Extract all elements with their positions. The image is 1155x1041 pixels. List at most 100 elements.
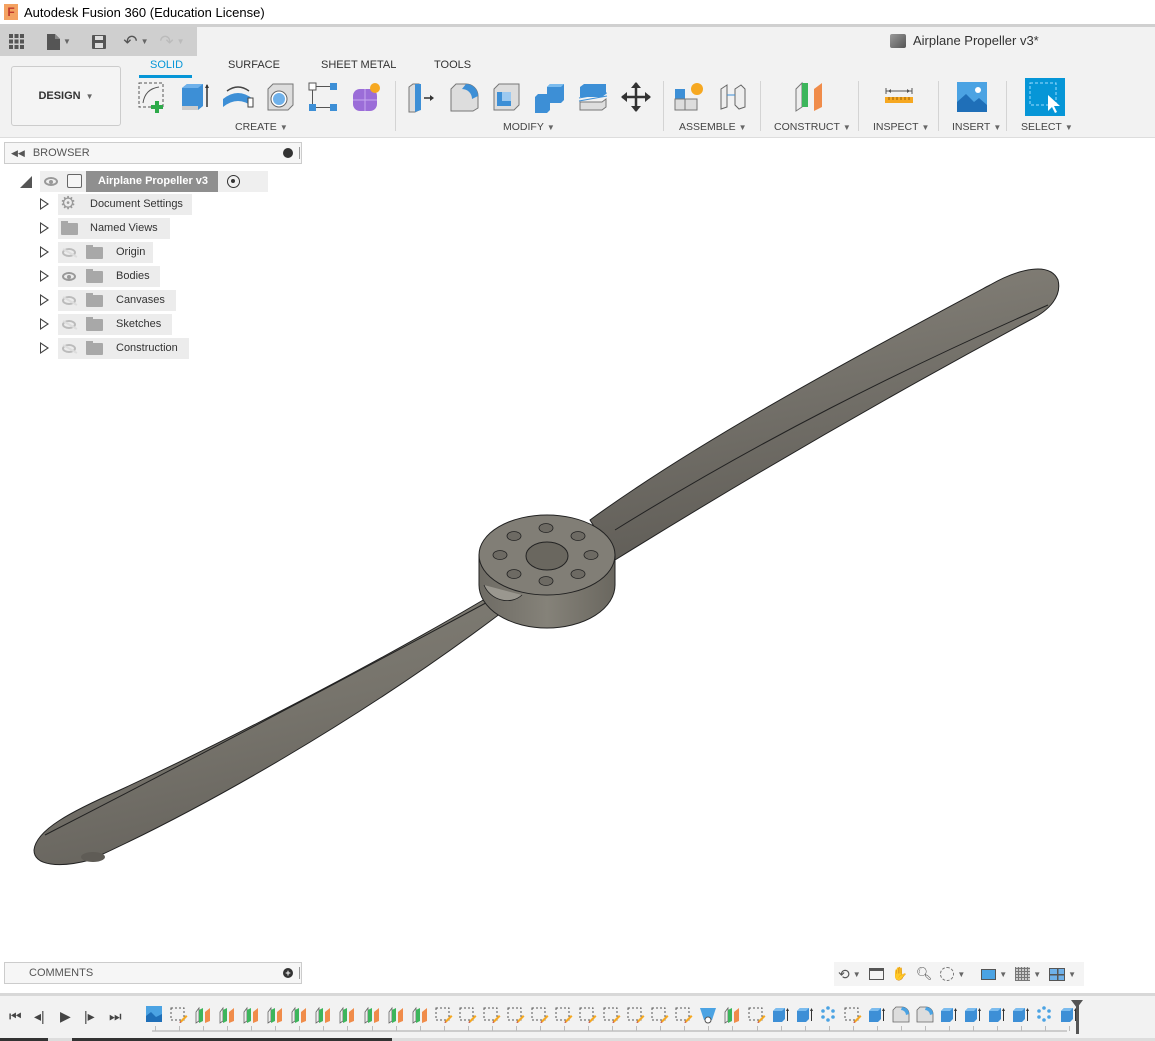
data-panel-button[interactable] — [0, 27, 32, 56]
file-menu-button[interactable]: ▼ — [38, 27, 80, 56]
expand-triangle-icon[interactable] — [40, 318, 49, 330]
timeline-feature-sketch[interactable] — [675, 1006, 693, 1024]
timeline-feature-sketch[interactable] — [748, 1006, 766, 1024]
select-menu[interactable]: SELECT ▼ — [1021, 121, 1073, 133]
press-pull-button[interactable] — [404, 80, 438, 114]
construct-menu[interactable]: CONSTRUCT ▼ — [774, 121, 851, 133]
display-settings-button[interactable]: ▼ — [981, 968, 1007, 980]
minimize-browser-icon[interactable] — [283, 148, 293, 158]
workspace-switcher[interactable]: DESIGN ▼ — [11, 66, 121, 126]
document-tab[interactable]: Airplane Propeller v3* — [890, 33, 1039, 48]
modify-menu[interactable]: MODIFY ▼ — [503, 121, 555, 133]
fillet-button[interactable] — [447, 80, 481, 114]
window-select-button[interactable] — [1025, 78, 1065, 116]
timeline-feature-extrude[interactable] — [868, 1006, 886, 1024]
expanded-triangle-icon[interactable] — [20, 176, 32, 188]
timeline-feature-loft[interactable] — [699, 1006, 717, 1024]
timeline-feature-plane[interactable] — [723, 1006, 741, 1024]
orbit-button[interactable]: ⟲ ▼ — [838, 966, 861, 983]
timeline-play-button[interactable]: ▶ — [60, 1008, 71, 1025]
panel-resize-handle[interactable] — [299, 967, 301, 979]
timeline-feature-sketch[interactable] — [483, 1006, 501, 1024]
shell-button[interactable] — [490, 80, 524, 114]
split-body-button[interactable] — [576, 80, 610, 114]
visibility-eye-icon[interactable] — [62, 272, 76, 281]
extrude-button[interactable] — [178, 80, 212, 114]
timeline-first-button[interactable]: ⏮ — [9, 1008, 22, 1025]
offset-plane-button[interactable] — [792, 80, 826, 114]
timeline-feature-plane[interactable] — [194, 1006, 212, 1024]
tab-surface[interactable]: SURFACE — [228, 59, 280, 71]
tab-solid[interactable]: SOLID — [150, 59, 183, 71]
create-form-button[interactable] — [349, 80, 383, 114]
timeline-marker[interactable] — [1071, 1000, 1083, 1034]
viewports-button[interactable]: ▼ — [1049, 967, 1076, 981]
timeline-feature-extrude[interactable] — [988, 1006, 1006, 1024]
expand-triangle-icon[interactable] — [40, 222, 49, 234]
save-button[interactable] — [86, 27, 112, 56]
look-at-button[interactable] — [868, 968, 884, 980]
timeline-last-button[interactable]: ⏭ — [109, 1008, 122, 1025]
insert-menu[interactable]: INSERT ▼ — [952, 121, 1001, 133]
undo-button[interactable]: ↶ ▼ — [120, 27, 152, 56]
timeline-feature-sketch[interactable] — [579, 1006, 597, 1024]
pan-button[interactable]: ✋ — [892, 966, 908, 982]
timeline-feature-sketch[interactable] — [459, 1006, 477, 1024]
insert-image-button[interactable] — [955, 80, 989, 114]
timeline-feature-sketch[interactable] — [170, 1006, 188, 1024]
panel-resize-handle[interactable] — [299, 147, 301, 159]
timeline-feature-plane[interactable] — [290, 1006, 308, 1024]
create-sketch-button[interactable] — [136, 80, 170, 114]
timeline-feature-canvas[interactable] — [146, 1006, 164, 1024]
timeline-feature-fillet[interactable] — [892, 1006, 910, 1024]
redo-button[interactable]: ↷ ▼ — [156, 27, 188, 56]
timeline-feature-plane[interactable] — [411, 1006, 429, 1024]
visibility-eye-icon[interactable] — [44, 177, 58, 186]
visibility-hidden-icon[interactable] — [62, 248, 76, 257]
visibility-hidden-icon[interactable] — [62, 344, 76, 353]
timeline-feature-plane[interactable] — [266, 1006, 284, 1024]
collapse-browser-icon[interactable]: ◀◀ — [11, 148, 25, 159]
timeline-feature-plane[interactable] — [314, 1006, 332, 1024]
expand-triangle-icon[interactable] — [40, 342, 49, 354]
timeline-feature-plane[interactable] — [363, 1006, 381, 1024]
timeline-next-button[interactable]: |▸ — [84, 1008, 95, 1025]
timeline-feature-fillet[interactable] — [916, 1006, 934, 1024]
visibility-hidden-icon[interactable] — [62, 320, 76, 329]
timeline-feature-sketch[interactable] — [435, 1006, 453, 1024]
expand-triangle-icon[interactable] — [40, 294, 49, 306]
browser-item-origin[interactable]: Origin — [38, 242, 198, 263]
pattern-button[interactable] — [306, 80, 340, 114]
visibility-hidden-icon[interactable] — [62, 296, 76, 305]
joint-button[interactable] — [716, 80, 750, 114]
timeline-feature-plane[interactable] — [242, 1006, 260, 1024]
timeline-feature-sketch[interactable] — [651, 1006, 669, 1024]
browser-item-document-settings[interactable]: ⚙ Document Settings — [38, 193, 198, 215]
timeline-feature-pattern[interactable] — [820, 1006, 838, 1024]
timeline-feature-extrude[interactable] — [964, 1006, 982, 1024]
combine-button[interactable] — [533, 80, 567, 114]
timeline-feature-extrude[interactable] — [772, 1006, 790, 1024]
grid-settings-button[interactable]: ▼ — [1015, 967, 1041, 981]
move-copy-button[interactable] — [619, 80, 653, 114]
timeline-feature-sketch[interactable] — [531, 1006, 549, 1024]
timeline-feature-extrude[interactable] — [796, 1006, 814, 1024]
create-menu[interactable]: CREATE ▼ — [235, 121, 288, 133]
timeline-feature-sketch[interactable] — [555, 1006, 573, 1024]
new-component-button[interactable] — [672, 80, 706, 114]
add-comment-icon[interactable]: + — [283, 968, 293, 978]
fit-zoom-window-button[interactable]: ▼ — [940, 967, 965, 981]
timeline-feature-sketch[interactable] — [627, 1006, 645, 1024]
hole-button[interactable] — [264, 80, 298, 114]
expand-triangle-icon[interactable] — [40, 246, 49, 258]
activate-component-radio[interactable] — [227, 175, 240, 188]
timeline-feature-pattern[interactable] — [1036, 1006, 1054, 1024]
timeline-previous-button[interactable]: ◂| — [34, 1008, 45, 1025]
timeline-feature-extrude[interactable] — [1012, 1006, 1030, 1024]
tab-tools[interactable]: TOOLS — [434, 59, 471, 71]
browser-item-construction[interactable]: Construction — [38, 338, 198, 359]
browser-item-canvases[interactable]: Canvases — [38, 290, 198, 311]
measure-button[interactable] — [882, 80, 916, 114]
timeline-feature-plane[interactable] — [338, 1006, 356, 1024]
inspect-menu[interactable]: INSPECT ▼ — [873, 121, 929, 133]
